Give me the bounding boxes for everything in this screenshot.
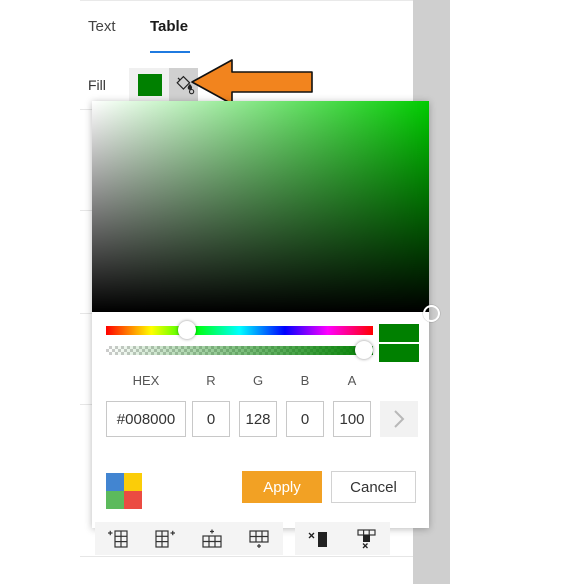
delete-column-icon (306, 528, 330, 555)
color-value-inputs (92, 401, 429, 445)
color-preview (379, 324, 419, 362)
insert-row-above-button[interactable] (189, 522, 235, 555)
paint-bucket-icon (173, 73, 195, 101)
color-sliders (92, 312, 429, 370)
insert-group (95, 522, 283, 555)
label-b: B (300, 373, 310, 388)
palette-swatch-yellow (124, 473, 142, 491)
fill-color-button[interactable] (129, 68, 169, 101)
insert-row-below-icon (247, 528, 271, 555)
fill-bucket-dropdown-button[interactable] (169, 68, 198, 101)
delete-column-button[interactable] (295, 522, 341, 555)
delete-row-icon (354, 528, 378, 555)
label-r: R (206, 373, 216, 388)
hue-slider[interactable] (106, 326, 373, 335)
fill-label: Fill (88, 77, 106, 93)
next-color-mode-button[interactable] (380, 401, 418, 437)
color-picker-footer: Apply Cancel (92, 461, 429, 521)
alpha-slider[interactable] (106, 346, 373, 355)
tab-text-label: Text (88, 18, 116, 35)
green-input[interactable] (239, 401, 277, 437)
alpha-input[interactable] (333, 401, 371, 437)
blue-input[interactable] (286, 401, 324, 437)
cancel-button[interactable]: Cancel (331, 471, 416, 503)
hex-input[interactable] (106, 401, 186, 437)
saturation-value-area[interactable] (92, 101, 440, 322)
label-hex: HEX (132, 373, 160, 388)
label-a: A (347, 373, 357, 388)
color-picker-popup: HEX R G B A Apply Cancel (92, 101, 440, 528)
alpha-slider-thumb[interactable] (355, 341, 373, 359)
tab-active-underline (150, 51, 190, 53)
insert-column-left-button[interactable] (95, 522, 141, 555)
color-palette-icon[interactable] (106, 473, 142, 509)
color-preview-current (379, 344, 419, 362)
color-field-labels: HEX R G B A (92, 373, 429, 399)
panel-tabs: Text Table (80, 10, 413, 53)
fill-color-swatch (138, 74, 162, 96)
insert-row-above-icon (200, 528, 224, 555)
document-area (450, 0, 564, 584)
delete-group (295, 522, 390, 555)
hue-slider-thumb[interactable] (178, 321, 196, 339)
insert-column-left-icon (106, 528, 130, 555)
palette-swatch-green (106, 491, 124, 509)
apply-button[interactable]: Apply (242, 471, 322, 503)
tab-table[interactable]: Table (150, 18, 188, 44)
palette-swatch-red (124, 491, 142, 509)
insert-column-right-icon (153, 528, 177, 555)
label-g: G (252, 373, 264, 388)
insert-column-right-button[interactable] (142, 522, 188, 555)
palette-swatch-blue (106, 473, 124, 491)
panel-top-rule (80, 0, 413, 1)
delete-row-button[interactable] (343, 522, 389, 555)
panel-divider (80, 556, 413, 557)
insert-row-below-button[interactable] (236, 522, 282, 555)
color-preview-new (379, 324, 419, 342)
chevron-right-icon (380, 410, 418, 441)
tab-text[interactable]: Text (88, 18, 116, 44)
red-input[interactable] (192, 401, 230, 437)
tab-table-label: Table (150, 18, 189, 35)
table-toolbar (95, 522, 390, 555)
